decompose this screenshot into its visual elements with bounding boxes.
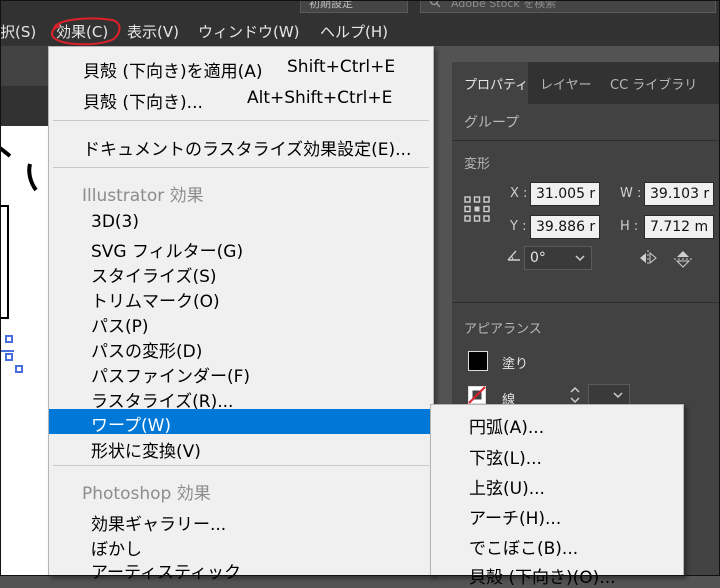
- menu-separator: [53, 167, 429, 168]
- stock-search-placeholder: Adobe Stock を検索: [451, 0, 557, 10]
- menu-item-label: アーティスティック: [91, 563, 241, 583]
- fill-label: 塗り: [502, 357, 529, 372]
- menu-item-raster-settings[interactable]: ドキュメントのラスタライズ効果設定(E)...: [49, 133, 433, 160]
- menu-item-convert-to-shape[interactable]: 形状に変換(V): [49, 435, 433, 462]
- menu-item-label: ワープ(W): [91, 416, 172, 436]
- appearance-label: アピアランス: [464, 322, 542, 337]
- photoshop-effects-header: Photoshop 効果: [82, 484, 211, 504]
- menu-item-effect-gallery[interactable]: 効果ギャラリー...: [49, 508, 433, 535]
- menu-item-artistic[interactable]: アーティスティック: [49, 556, 433, 583]
- menu-select[interactable]: 択(S): [0, 21, 36, 42]
- stroke-swatch[interactable]: [468, 386, 486, 404]
- flip-vertical-icon[interactable]: [674, 250, 692, 268]
- reference-point-icon[interactable]: [464, 196, 490, 222]
- fill-swatch[interactable]: [468, 351, 488, 371]
- menu-item-label: ドキュメントのラスタライズ効果設定(E)...: [83, 140, 412, 160]
- artwork: [0, 146, 38, 373]
- x-label: X :: [510, 186, 528, 201]
- panel-tab-bar: プロパティ レイヤー CC ライブラリ: [452, 62, 720, 104]
- menu-item-label: トリムマーク(O): [91, 292, 220, 312]
- submenu-item-arc[interactable]: 円弧(A)...: [469, 413, 544, 438]
- submenu-item-arc-upper[interactable]: 上弦(U)...: [469, 474, 545, 499]
- menu-separator: [53, 465, 429, 466]
- warp-submenu: 円弧(A)... 下弦(L)... 上弦(U)... アーチ(H)... でこぼ…: [430, 404, 684, 588]
- menu-item-rasterize[interactable]: ラスタライズ(R)...: [49, 385, 433, 412]
- object-type-label: グループ: [464, 115, 520, 131]
- h-label: H :: [620, 219, 639, 234]
- stock-search-field[interactable]: Adobe Stock を検索: [420, 0, 716, 13]
- submenu-item-bulge[interactable]: でこぼこ(B)...: [469, 534, 578, 559]
- chevron-down-icon: [575, 255, 585, 262]
- tab-properties[interactable]: プロパティ: [464, 74, 528, 93]
- menu-item-label: 貝殻 (下向き)を適用(A): [83, 62, 263, 82]
- menu-item-distort-transform[interactable]: パスの変形(D): [49, 335, 433, 362]
- menu-item-blur[interactable]: ぼかし: [49, 533, 433, 560]
- menu-item-label: 形状に変換(V): [91, 442, 201, 462]
- search-icon: [429, 0, 441, 8]
- submenu-item-arc-lower[interactable]: 下弦(L)...: [469, 444, 542, 469]
- menu-item-last-effect[interactable]: 貝殻 (下向き)... Alt+Shift+Ctrl+E: [49, 86, 433, 113]
- menu-help[interactable]: ヘルプ(H): [320, 21, 388, 42]
- workspace-preset-label: 初期設定: [309, 0, 353, 10]
- menu-effect[interactable]: 効果(C): [56, 21, 108, 42]
- menu-item-label: パスの変形(D): [91, 342, 203, 362]
- y-input[interactable]: 39.886 r: [530, 215, 600, 239]
- menu-item-path[interactable]: パス(P): [49, 310, 433, 337]
- menu-item-apply-last-effect[interactable]: 貝殻 (下向き)を適用(A) Shift+Ctrl+E: [49, 55, 433, 82]
- menu-item-label: パスファインダー(F): [91, 367, 251, 387]
- submenu-item-arch[interactable]: アーチ(H)...: [469, 504, 561, 529]
- angle-value: 0°: [530, 250, 546, 266]
- flip-horizontal-icon[interactable]: [638, 250, 658, 266]
- menu-item-svg-filter[interactable]: SVG フィルター(G): [49, 235, 433, 262]
- illustrator-effects-header: Illustrator 効果: [82, 186, 204, 206]
- angle-input[interactable]: 0°: [524, 246, 592, 270]
- menu-item-pathfinder[interactable]: パスファインダー(F): [49, 360, 433, 387]
- menu-item-label: SVG フィルター(G): [91, 242, 244, 262]
- menu-item-label: 3D(3): [91, 212, 139, 232]
- workspace-preset[interactable]: 初期設定: [300, 0, 408, 13]
- chevron-down-icon: [613, 392, 623, 399]
- menu-item-shortcut: Alt+Shift+Ctrl+E: [247, 88, 393, 108]
- transform-label: 変形: [464, 157, 491, 172]
- stroke-weight-stepper-icon[interactable]: [568, 384, 582, 406]
- x-input[interactable]: 31.005 r: [530, 182, 600, 206]
- y-label: Y :: [510, 219, 527, 234]
- menu-item-label: 効果ギャラリー...: [91, 515, 227, 535]
- divider: [452, 140, 720, 141]
- menu-separator: [53, 120, 429, 121]
- rotate-angle-icon: [507, 250, 520, 261]
- divider: [452, 302, 720, 303]
- artboard-canvas[interactable]: [0, 126, 48, 576]
- menu-window[interactable]: ウィンドウ(W): [198, 21, 300, 42]
- menu-item-trim-marks[interactable]: トリムマーク(O): [49, 285, 433, 312]
- menu-item-label: スタイライズ(S): [91, 267, 217, 287]
- h-input[interactable]: 7.712 m: [644, 215, 714, 239]
- menu-item-label: パス(P): [91, 317, 149, 337]
- menu-bar: 初期設定 Adobe Stock を検索 択(S) 効果(C) 表示(V) ウィ…: [0, 0, 720, 46]
- w-label: W :: [620, 186, 642, 201]
- tab-cc-libraries[interactable]: CC ライブラリ: [610, 74, 697, 93]
- toolbar-area: [0, 46, 48, 86]
- menu-item-label: 貝殻 (下向き)...: [83, 93, 203, 113]
- menu-item-shortcut: Shift+Ctrl+E: [287, 57, 396, 77]
- document-tab[interactable]: [0, 86, 48, 126]
- menu-item-stylize[interactable]: スタイライズ(S): [49, 260, 433, 287]
- menu-view[interactable]: 表示(V): [127, 21, 179, 42]
- menu-item-warp[interactable]: ワープ(W): [49, 409, 433, 436]
- effect-menu: 貝殻 (下向き)を適用(A) Shift+Ctrl+E 貝殻 (下向き)... …: [48, 46, 434, 583]
- tab-layers[interactable]: レイヤー: [540, 74, 592, 93]
- menu-item-3d[interactable]: 3D(3): [49, 210, 433, 235]
- w-input[interactable]: 39.103 r: [644, 182, 714, 206]
